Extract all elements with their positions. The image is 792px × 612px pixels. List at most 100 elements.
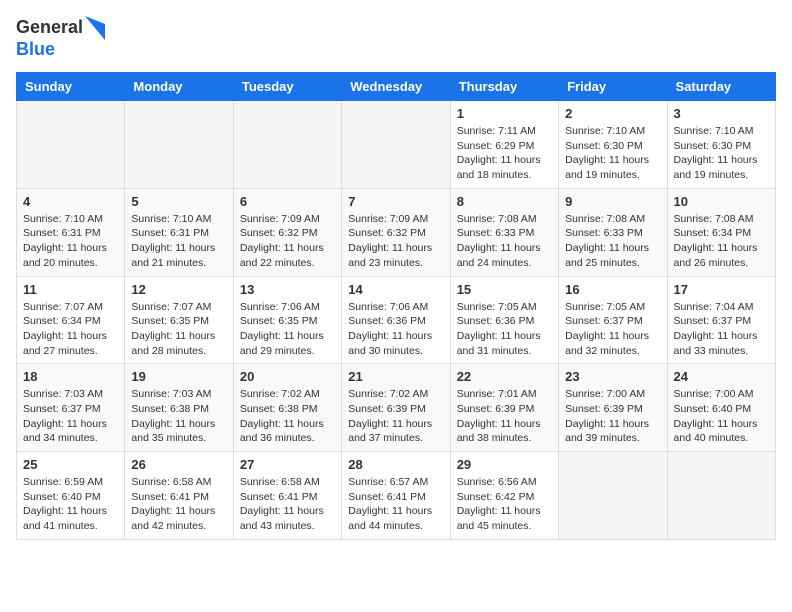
calendar-cell: 28 Sunrise: 6:57 AM Sunset: 6:41 PM Dayli… xyxy=(342,452,450,540)
day-number: 21 xyxy=(348,369,443,384)
calendar-cell xyxy=(233,101,341,189)
day-number: 4 xyxy=(23,194,118,209)
calendar-cell: 13 Sunrise: 7:06 AM Sunset: 6:35 PM Dayli… xyxy=(233,276,341,364)
day-info: Sunrise: 7:08 AM Sunset: 6:33 PM Dayligh… xyxy=(457,212,552,271)
calendar-cell: 26 Sunrise: 6:58 AM Sunset: 6:41 PM Dayli… xyxy=(125,452,233,540)
calendar-cell: 10 Sunrise: 7:08 AM Sunset: 6:34 PM Dayli… xyxy=(667,188,775,276)
calendar-weekday-friday: Friday xyxy=(559,73,667,101)
day-info: Sunrise: 6:58 AM Sunset: 6:41 PM Dayligh… xyxy=(131,475,226,534)
calendar-cell: 25 Sunrise: 6:59 AM Sunset: 6:40 PM Dayli… xyxy=(17,452,125,540)
calendar-cell: 24Sunrise: 7:00 AM Sunset: 6:40 PM Dayli… xyxy=(667,364,775,452)
calendar-cell: 22 Sunrise: 7:01 AM Sunset: 6:39 PM Dayli… xyxy=(450,364,558,452)
day-number: 3 xyxy=(674,106,769,121)
calendar-cell: 8 Sunrise: 7:08 AM Sunset: 6:33 PM Daylig… xyxy=(450,188,558,276)
day-info: Sunrise: 7:01 AM Sunset: 6:39 PM Dayligh… xyxy=(457,387,552,446)
calendar-cell: 19 Sunrise: 7:03 AM Sunset: 6:38 PM Dayli… xyxy=(125,364,233,452)
calendar-cell: 17Sunrise: 7:04 AM Sunset: 6:37 PM Dayli… xyxy=(667,276,775,364)
day-info: Sunrise: 7:08 AM Sunset: 6:33 PM Dayligh… xyxy=(565,212,660,271)
day-info: Sunrise: 6:57 AM Sunset: 6:41 PM Dayligh… xyxy=(348,475,443,534)
logo-text-general: General xyxy=(16,18,83,38)
day-info: Sunrise: 7:10 AM Sunset: 6:30 PM Dayligh… xyxy=(674,124,769,183)
day-number: 9 xyxy=(565,194,660,209)
calendar-week-row: 11 Sunrise: 7:07 AM Sunset: 6:34 PM Dayli… xyxy=(17,276,776,364)
calendar-weekday-sunday: Sunday xyxy=(17,73,125,101)
calendar-weekday-saturday: Saturday xyxy=(667,73,775,101)
calendar-cell: 21 Sunrise: 7:02 AM Sunset: 6:39 PM Dayli… xyxy=(342,364,450,452)
calendar-cell: 1 Sunrise: 7:11 AM Sunset: 6:29 PM Daylig… xyxy=(450,101,558,189)
day-number: 6 xyxy=(240,194,335,209)
day-info: Sunrise: 6:58 AM Sunset: 6:41 PM Dayligh… xyxy=(240,475,335,534)
day-info: Sunrise: 7:10 AM Sunset: 6:31 PM Dayligh… xyxy=(23,212,118,271)
day-number: 12 xyxy=(131,282,226,297)
calendar-cell: 4 Sunrise: 7:10 AM Sunset: 6:31 PM Daylig… xyxy=(17,188,125,276)
day-info: Sunrise: 7:02 AM Sunset: 6:38 PM Dayligh… xyxy=(240,387,335,446)
day-number: 26 xyxy=(131,457,226,472)
calendar-cell xyxy=(559,452,667,540)
day-number: 24 xyxy=(674,369,769,384)
logo-icon xyxy=(85,16,105,40)
day-info: Sunrise: 7:03 AM Sunset: 6:38 PM Dayligh… xyxy=(131,387,226,446)
day-number: 15 xyxy=(457,282,552,297)
day-info: Sunrise: 7:06 AM Sunset: 6:35 PM Dayligh… xyxy=(240,300,335,359)
logo: General Blue xyxy=(16,16,105,60)
logo-text-blue: Blue xyxy=(16,39,55,59)
calendar-cell xyxy=(342,101,450,189)
calendar-cell xyxy=(17,101,125,189)
calendar-weekday-tuesday: Tuesday xyxy=(233,73,341,101)
day-info: Sunrise: 7:11 AM Sunset: 6:29 PM Dayligh… xyxy=(457,124,552,183)
calendar-cell: 6 Sunrise: 7:09 AM Sunset: 6:32 PM Daylig… xyxy=(233,188,341,276)
calendar-cell: 15Sunrise: 7:05 AM Sunset: 6:36 PM Dayli… xyxy=(450,276,558,364)
day-info: Sunrise: 7:08 AM Sunset: 6:34 PM Dayligh… xyxy=(674,212,769,271)
day-info: Sunrise: 7:05 AM Sunset: 6:37 PM Dayligh… xyxy=(565,300,660,359)
day-number: 18 xyxy=(23,369,118,384)
calendar-week-row: 1 Sunrise: 7:11 AM Sunset: 6:29 PM Daylig… xyxy=(17,101,776,189)
calendar-cell: 2 Sunrise: 7:10 AM Sunset: 6:30 PM Daylig… xyxy=(559,101,667,189)
day-number: 20 xyxy=(240,369,335,384)
day-info: Sunrise: 7:00 AM Sunset: 6:39 PM Dayligh… xyxy=(565,387,660,446)
calendar-cell: 16 Sunrise: 7:05 AM Sunset: 6:37 PM Dayli… xyxy=(559,276,667,364)
calendar-header-row: SundayMondayTuesdayWednesdayThursdayFrid… xyxy=(17,73,776,101)
calendar-weekday-thursday: Thursday xyxy=(450,73,558,101)
day-number: 2 xyxy=(565,106,660,121)
day-number: 28 xyxy=(348,457,443,472)
day-info: Sunrise: 6:56 AM Sunset: 6:42 PM Dayligh… xyxy=(457,475,552,534)
day-info: Sunrise: 7:02 AM Sunset: 6:39 PM Dayligh… xyxy=(348,387,443,446)
day-info: Sunrise: 7:09 AM Sunset: 6:32 PM Dayligh… xyxy=(348,212,443,271)
day-number: 19 xyxy=(131,369,226,384)
calendar-cell: 9 Sunrise: 7:08 AM Sunset: 6:33 PM Daylig… xyxy=(559,188,667,276)
day-info: Sunrise: 7:07 AM Sunset: 6:34 PM Dayligh… xyxy=(23,300,118,359)
day-info: Sunrise: 7:10 AM Sunset: 6:30 PM Dayligh… xyxy=(565,124,660,183)
day-number: 11 xyxy=(23,282,118,297)
day-number: 17 xyxy=(674,282,769,297)
calendar-table: SundayMondayTuesdayWednesdayThursdayFrid… xyxy=(16,72,776,540)
calendar-weekday-wednesday: Wednesday xyxy=(342,73,450,101)
day-number: 16 xyxy=(565,282,660,297)
day-info: Sunrise: 6:59 AM Sunset: 6:40 PM Dayligh… xyxy=(23,475,118,534)
day-info: Sunrise: 7:03 AM Sunset: 6:37 PM Dayligh… xyxy=(23,387,118,446)
calendar-cell: 5Sunrise: 7:10 AM Sunset: 6:31 PM Daylig… xyxy=(125,188,233,276)
day-number: 13 xyxy=(240,282,335,297)
day-number: 22 xyxy=(457,369,552,384)
calendar-cell: 29 Sunrise: 6:56 AM Sunset: 6:42 PM Dayli… xyxy=(450,452,558,540)
day-number: 23 xyxy=(565,369,660,384)
day-info: Sunrise: 7:10 AM Sunset: 6:31 PM Dayligh… xyxy=(131,212,226,271)
day-number: 8 xyxy=(457,194,552,209)
calendar-cell: 23 Sunrise: 7:00 AM Sunset: 6:39 PM Dayli… xyxy=(559,364,667,452)
day-number: 29 xyxy=(457,457,552,472)
calendar-cell: 20 Sunrise: 7:02 AM Sunset: 6:38 PM Dayli… xyxy=(233,364,341,452)
day-info: Sunrise: 7:09 AM Sunset: 6:32 PM Dayligh… xyxy=(240,212,335,271)
calendar-cell: 3 Sunrise: 7:10 AM Sunset: 6:30 PM Daylig… xyxy=(667,101,775,189)
calendar-week-row: 4 Sunrise: 7:10 AM Sunset: 6:31 PM Daylig… xyxy=(17,188,776,276)
day-number: 7 xyxy=(348,194,443,209)
calendar-week-row: 18 Sunrise: 7:03 AM Sunset: 6:37 PM Dayli… xyxy=(17,364,776,452)
day-number: 10 xyxy=(674,194,769,209)
page-header: General Blue xyxy=(16,16,776,60)
day-number: 27 xyxy=(240,457,335,472)
day-number: 25 xyxy=(23,457,118,472)
calendar-weekday-monday: Monday xyxy=(125,73,233,101)
calendar-cell: 27 Sunrise: 6:58 AM Sunset: 6:41 PM Dayli… xyxy=(233,452,341,540)
day-info: Sunrise: 7:06 AM Sunset: 6:36 PM Dayligh… xyxy=(348,300,443,359)
calendar-cell: 11 Sunrise: 7:07 AM Sunset: 6:34 PM Dayli… xyxy=(17,276,125,364)
calendar-cell xyxy=(667,452,775,540)
day-number: 1 xyxy=(457,106,552,121)
